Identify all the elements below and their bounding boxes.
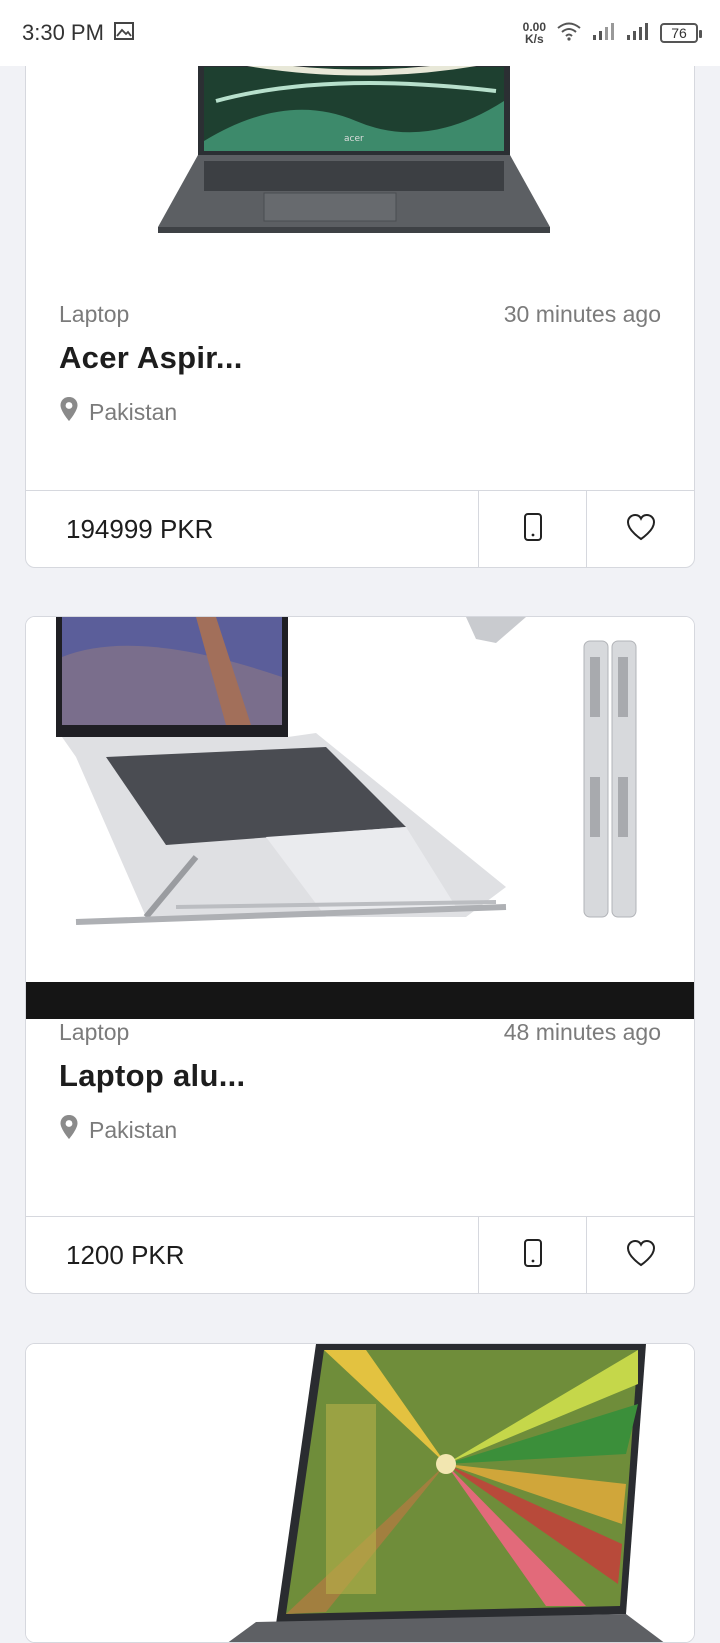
battery-indicator: 76 [660,23,702,43]
status-time: 3:30 PM [22,20,104,45]
favorite-button[interactable] [586,491,694,567]
location-pin-icon [59,396,79,428]
listing-location: Pakistan [59,1114,661,1146]
battery-level: 76 [671,25,687,41]
laptop-image [26,1344,694,1642]
listing-footer: 1200 PKR [26,1216,694,1293]
wifi-icon [556,21,582,46]
listing-title[interactable]: Laptop alu... [59,1058,661,1094]
listing-title[interactable]: Acer Aspir... [59,340,661,376]
listing-footer: 194999 PKR [26,490,694,567]
listing-location: Pakistan [59,396,661,428]
listing-category: Laptop [59,301,130,327]
network-speed: 0.00 K/s [523,21,546,45]
heart-icon [626,513,656,546]
listing-card[interactable]: Laptop 48 minutes ago Laptop alu... Paki… [25,616,695,1294]
laptop-stand-image [26,617,694,1019]
gallery-notification-icon [113,20,134,46]
svg-text:acer: acer [344,134,364,144]
status-bar: 3:30 PM 0.00 K/s 76 [0,0,720,66]
listing-card[interactable] [25,1343,695,1643]
call-button[interactable] [478,1217,586,1293]
heart-icon [626,1239,656,1272]
listing-image[interactable] [26,1344,694,1642]
location-pin-icon [59,1114,79,1146]
listing-image[interactable]: acer [26,31,694,301]
listing-time: 30 minutes ago [503,301,661,327]
listing-time: 48 minutes ago [503,1019,661,1045]
listing-location-label: Pakistan [89,1116,178,1143]
call-button[interactable] [478,491,586,567]
network-speed-unit: K/s [524,32,544,46]
laptop-image: acer [26,31,694,301]
listing-price: 1200 PKR [66,1239,185,1270]
listing-card[interactable]: acer Laptop 30 minutes ago Acer Aspir...… [25,30,695,568]
phone-icon [523,512,543,547]
listing-category: Laptop [59,1019,130,1045]
signal-icon [592,21,616,46]
phone-icon [523,1238,543,1273]
signal-icon [626,21,650,46]
listing-price: 194999 PKR [66,513,214,544]
favorite-button[interactable] [586,1217,694,1293]
listing-location-label: Pakistan [89,398,178,425]
listing-image[interactable] [26,617,694,1019]
